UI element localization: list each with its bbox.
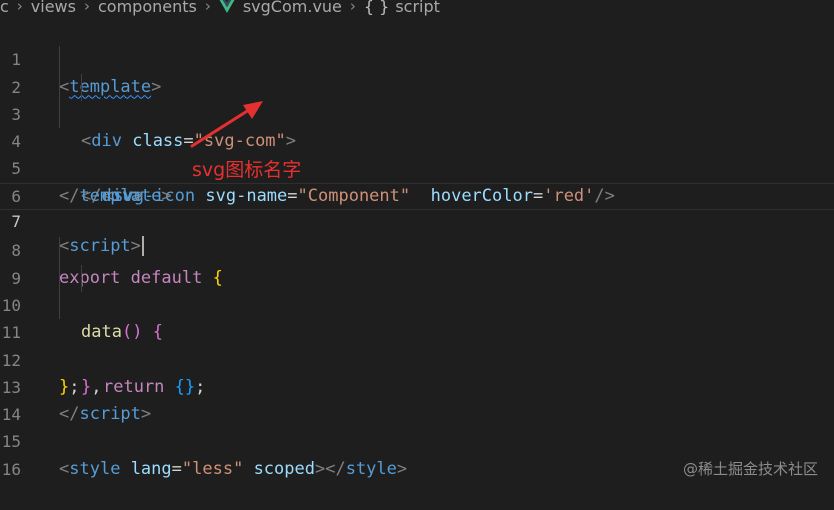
- chevron-right-icon: ›: [83, 0, 90, 15]
- indent-guide: [59, 100, 60, 129]
- code-line[interactable]: 6: [0, 155, 834, 206]
- code-line[interactable]: 11 },: [0, 291, 834, 397]
- chevron-right-icon: ›: [349, 0, 356, 15]
- breadcrumb: c › views › components › svgCom.vue › { …: [0, 0, 440, 16]
- code-line[interactable]: 13 </script>: [0, 347, 834, 424]
- breadcrumb-item-src[interactable]: c: [0, 0, 9, 16]
- attr-name: lang: [130, 458, 172, 479]
- code-line[interactable]: 12 };: [0, 319, 834, 397]
- code-line[interactable]: 14: [0, 374, 834, 424]
- code-line[interactable]: 1 <template>: [0, 19, 834, 96]
- code-content[interactable]: <style lang="less" scoped></style>: [59, 456, 407, 483]
- style-tag: style: [345, 458, 397, 479]
- code-line[interactable]: 4 </div>: [0, 100, 834, 206]
- indent-guide: [59, 264, 60, 292]
- indent-guide: [59, 46, 60, 74]
- indent-guide: [59, 237, 60, 265]
- chevron-right-icon: ›: [16, 0, 23, 15]
- attr-name: scoped: [253, 458, 315, 479]
- attr-value: "less": [181, 458, 244, 479]
- watermark: @稀土掘金技术社区: [682, 460, 818, 478]
- indent-guide: [81, 264, 82, 292]
- code-line[interactable]: 8 export default {: [0, 210, 834, 287]
- annotation-arrow-icon: [190, 101, 263, 148]
- breadcrumb-item-symbol[interactable]: script: [395, 0, 440, 16]
- line-number: 16: [1, 459, 21, 479]
- code-line[interactable]: 15 <style lang="less" scoped></style>: [0, 401, 834, 478]
- breadcrumb-item-file[interactable]: svgCom.vue: [243, 0, 342, 16]
- indent-guide: [59, 291, 60, 320]
- chevron-right-icon: ›: [204, 0, 211, 15]
- symbol-braces-icon: { }: [363, 0, 390, 16]
- indent-guide: [59, 73, 60, 101]
- code-line-active[interactable]: 7 <script>: [0, 182, 834, 257]
- vue-logo-icon: [219, 0, 235, 13]
- indent-guide: [81, 73, 82, 101]
- code-line[interactable]: 16: [0, 428, 834, 479]
- breadcrumb-item-components[interactable]: components: [98, 0, 197, 16]
- breadcrumb-item-views[interactable]: views: [31, 0, 76, 16]
- code-line[interactable]: 5 </template>: [0, 128, 834, 205]
- code-line[interactable]: 3 <svg-icon svg-name="Component" hoverCo…: [0, 73, 834, 206]
- annotation-label: svg图标名字: [192, 159, 302, 181]
- code-line[interactable]: 2 <div class="svg-com">: [0, 46, 834, 151]
- code-line[interactable]: 10 return {};: [0, 264, 834, 397]
- code-editor[interactable]: 1 <template> 2 <div class="svg-com"> 3 <…: [0, 19, 834, 479]
- code-line[interactable]: 9 data() {: [0, 237, 834, 342]
- style-tag: style: [69, 458, 121, 479]
